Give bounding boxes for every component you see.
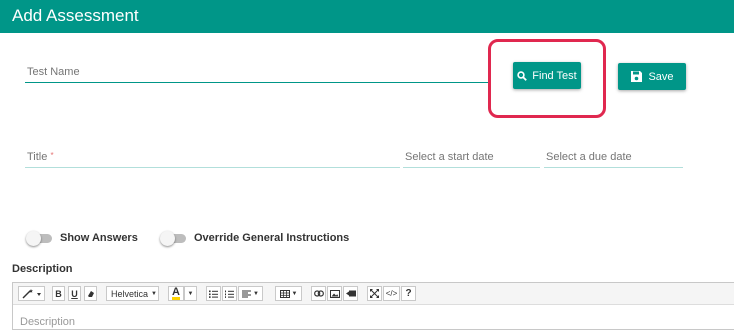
due-date-label: Select a due date [546, 151, 632, 163]
align-left-icon [242, 290, 252, 297]
picture-icon [329, 289, 340, 298]
font-family-dropdown[interactable]: Helvetica ▼ [106, 286, 159, 301]
app-header: Add Assessment [0, 0, 734, 33]
eraser-glyph [87, 290, 94, 297]
start-date-input[interactable] [403, 167, 540, 168]
code-view-icon[interactable]: </> [383, 286, 400, 301]
floppy-disk-icon [631, 71, 643, 82]
video-icon [345, 290, 356, 297]
chevron-down-icon: ▼ [253, 290, 259, 297]
chevron-down-icon: ▼ [291, 290, 298, 297]
numbers-glyph [225, 290, 234, 298]
text-color-icon: A [172, 285, 180, 300]
title-label-text: Title [27, 151, 48, 163]
color-dropdown-icon[interactable]: ▼ [184, 286, 197, 301]
test-name-input[interactable] [25, 82, 490, 83]
description-label: Description [12, 263, 73, 275]
required-mark: * [50, 151, 54, 160]
picture-button[interactable] [327, 286, 342, 301]
show-answers-toggle[interactable]: Show Answers [26, 230, 138, 246]
override-instructions-label: Override General Instructions [194, 232, 350, 244]
save-button[interactable]: Save [618, 63, 686, 90]
editor-toolbar: B U Helvetica ▼ A ▼ ▼ ▼ </> ? [13, 283, 734, 305]
switch-knob [26, 230, 41, 246]
font-name: Helvetica [111, 288, 149, 299]
page-title: Add Assessment [12, 6, 139, 25]
title-label: Title * [27, 151, 54, 163]
ordered-list-icon[interactable] [222, 286, 237, 301]
bullets-glyph [209, 290, 218, 298]
description-placeholder[interactable]: Description [20, 316, 75, 328]
fullscreen-button[interactable] [367, 286, 382, 301]
due-date-input[interactable] [544, 167, 683, 168]
find-test-button[interactable]: Find Test [513, 62, 581, 89]
switch-knob [160, 230, 175, 246]
override-instructions-switch[interactable] [160, 230, 186, 246]
link-icon [313, 290, 324, 297]
link-button[interactable] [311, 286, 326, 301]
title-input[interactable] [25, 167, 400, 168]
paragraph-align-dropdown[interactable]: ▼ [238, 286, 263, 301]
chevron-down-icon: ▼ [151, 290, 157, 297]
search-icon [517, 70, 528, 81]
test-name-label: Test Name [27, 66, 80, 78]
fullscreen-icon [370, 289, 379, 298]
style-dropdown[interactable] [18, 286, 45, 301]
font-color-button[interactable]: A [168, 286, 184, 301]
override-instructions-toggle[interactable]: Override General Instructions [160, 230, 350, 246]
find-test-label: Find Test [532, 69, 577, 82]
help-icon[interactable]: ? [401, 286, 416, 301]
start-date-label: Select a start date [405, 151, 494, 163]
magic-wand-icon [22, 288, 41, 298]
underline-button[interactable]: U [68, 286, 81, 301]
show-answers-label: Show Answers [60, 232, 138, 244]
table-dropdown[interactable]: ▼ [275, 286, 302, 301]
table-icon [279, 289, 290, 298]
unordered-list-icon[interactable] [206, 286, 221, 301]
show-answers-switch[interactable] [26, 230, 52, 246]
bold-button[interactable]: B [52, 286, 65, 301]
eraser-icon[interactable] [84, 286, 97, 301]
save-label: Save [648, 70, 674, 83]
video-button[interactable] [343, 286, 358, 301]
description-editor[interactable]: B U Helvetica ▼ A ▼ ▼ ▼ </> ? Descriptio… [12, 282, 734, 330]
